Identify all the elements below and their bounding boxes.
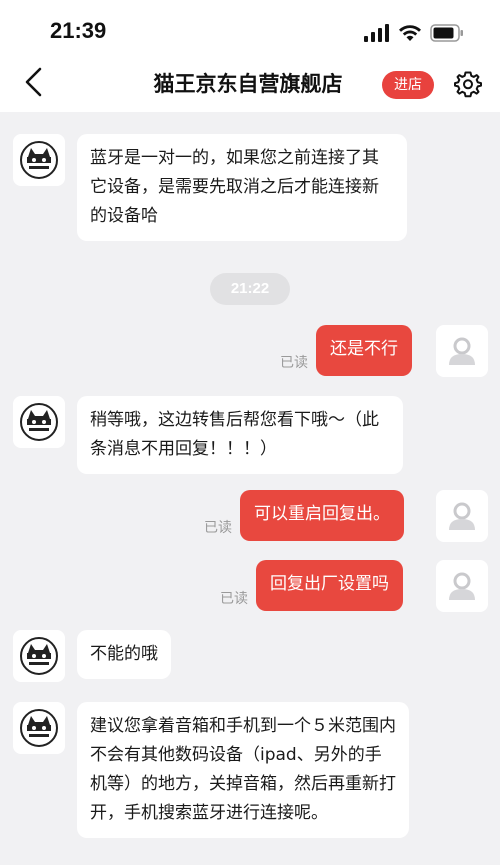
- cat-king-logo-icon: [20, 709, 58, 747]
- read-status: 已读: [280, 355, 308, 371]
- message-bubble: 建议您拿着音箱和手机到一个５米范围内不会有其他数码设备（ipad、另外的手机等）…: [77, 702, 409, 838]
- message-text: 回复出厂设置吗: [270, 574, 389, 594]
- message-bubble-self: 回复出厂设置吗: [256, 560, 403, 611]
- message-text: 建议您拿着音箱和手机到一个５米范围内不会有其他数码设备（ipad、另外的手机等）…: [90, 716, 396, 823]
- read-status: 已读: [220, 591, 248, 607]
- cat-king-logo-icon: [20, 141, 58, 179]
- user-avatar[interactable]: [436, 490, 488, 542]
- default-user-icon: [449, 572, 475, 600]
- status-icons: [364, 22, 464, 44]
- gear-icon[interactable]: [454, 70, 482, 98]
- message-text: 不能的哦: [90, 644, 158, 664]
- wifi-icon: [399, 25, 421, 41]
- cat-king-logo-icon: [20, 403, 58, 441]
- message-bubble: 蓝牙是一对一的，如果您之前连接了其它设备，是需要先取消之后才能连接新的设备哈: [77, 134, 407, 241]
- store-name: 猫王京东自营旗舰店: [153, 72, 343, 96]
- message-bubble-self: 还是不行: [316, 325, 412, 376]
- default-user-icon: [449, 502, 475, 530]
- cellular-signal-icon: [364, 24, 389, 42]
- message-text: 稍等哦，这边转售后帮您看下哦～（此条消息不用回复！！！）: [90, 410, 379, 459]
- store-avatar[interactable]: [13, 630, 65, 682]
- message-text: 可以重启回复出。: [254, 504, 390, 524]
- message-text: 还是不行: [330, 339, 398, 359]
- enter-store-button[interactable]: 进店: [382, 71, 434, 99]
- time-divider: 21:22: [210, 273, 290, 305]
- message-bubble-self: 可以重启回复出。: [240, 490, 404, 541]
- message-bubble: 不能的哦: [77, 630, 171, 679]
- user-avatar[interactable]: [436, 325, 488, 377]
- status-time: 21:39: [50, 18, 107, 43]
- store-avatar[interactable]: [13, 396, 65, 448]
- read-status: 已读: [204, 520, 232, 536]
- message-bubble: 稍等哦，这边转售后帮您看下哦～（此条消息不用回复！！！）: [77, 396, 403, 474]
- top-bar: 21:39 猫王京东自营旗舰店 进店: [0, 0, 500, 112]
- message-text: 蓝牙是一对一的，如果您之前连接了其它设备，是需要先取消之后才能连接新的设备哈: [90, 148, 379, 226]
- battery-icon: [430, 24, 463, 42]
- store-avatar[interactable]: [13, 702, 65, 754]
- cat-king-logo-icon: [20, 637, 58, 675]
- default-user-icon: [449, 337, 475, 365]
- user-avatar[interactable]: [436, 560, 488, 612]
- store-avatar[interactable]: [13, 134, 65, 186]
